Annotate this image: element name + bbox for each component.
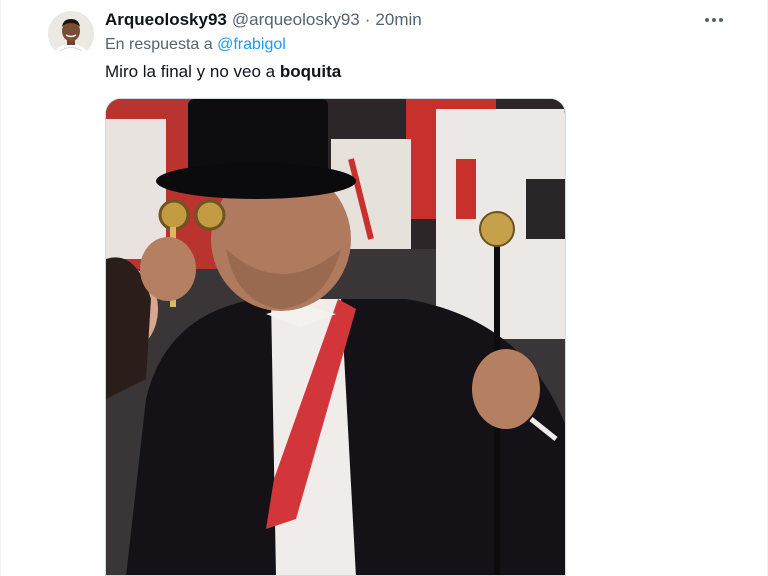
more-options-button[interactable] [701,8,727,32]
reply-mention-link[interactable]: @frabigol [217,36,286,53]
tweet-text: Miro la final y no veo a boquita [105,62,341,82]
display-name[interactable]: Arqueolosky93 [105,10,227,30]
tweet-text-bold: boquita [279,62,342,81]
ellipsis-icon [705,18,723,22]
tweet-header: Arqueolosky93 @arqueolosky93 · 20min [105,9,422,31]
timestamp[interactable]: 20min [375,10,421,30]
separator-dot: · [364,10,371,29]
avatar-image [48,11,94,57]
tweet-card[interactable]: Arqueolosky93 @arqueolosky93 · 20min En … [0,0,768,576]
user-handle[interactable]: @arqueolosky93 [232,10,360,30]
tweet-text-body: Miro la final y no veo a [105,62,276,81]
reply-prefix: En respuesta a [105,36,213,53]
tweet-media-photo[interactable] [105,98,566,576]
reply-context: En respuesta a @frabigol [105,36,286,54]
photo-media [106,99,565,575]
avatar[interactable] [48,11,94,57]
